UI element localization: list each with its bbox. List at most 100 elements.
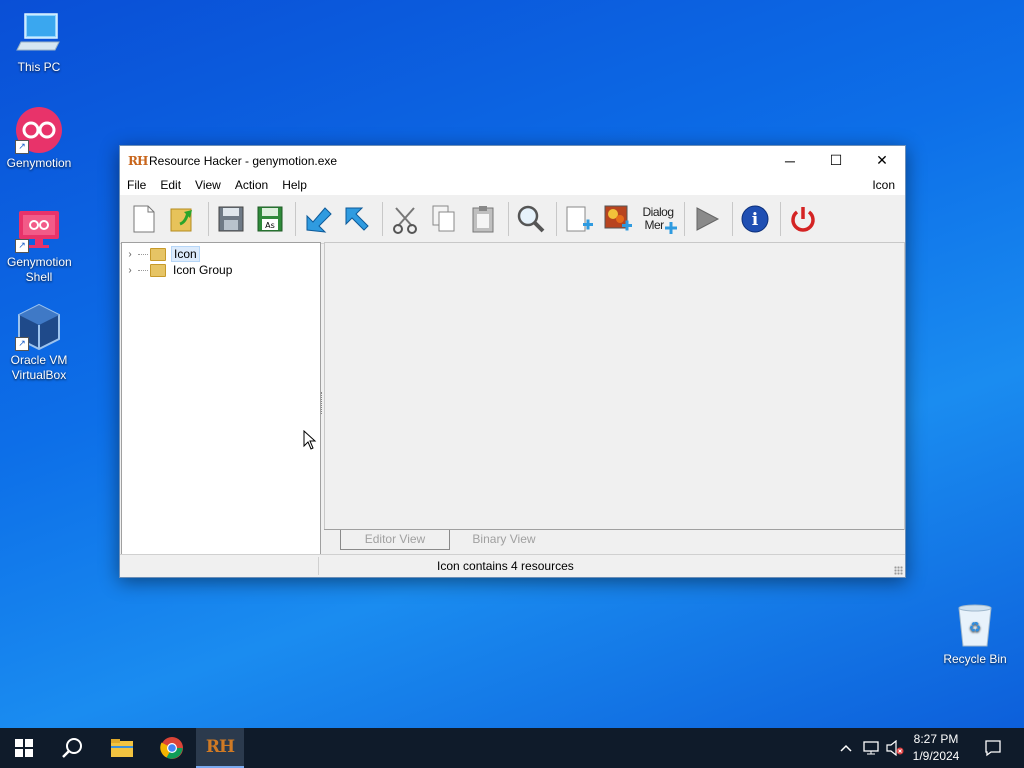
chevron-right-icon[interactable]: › bbox=[122, 249, 138, 260]
toolbar-separator bbox=[732, 202, 733, 236]
desktop-icon-this-pc[interactable]: This PC bbox=[0, 10, 79, 75]
save-button[interactable] bbox=[213, 200, 249, 238]
toolbar-separator bbox=[208, 202, 209, 236]
add-blank-resource-button[interactable] bbox=[561, 200, 597, 238]
save-as-button[interactable]: As bbox=[252, 200, 288, 238]
menu-view[interactable]: View bbox=[188, 178, 228, 192]
tree-item-label[interactable]: Icon bbox=[171, 246, 200, 262]
menu-bar: File Edit View Action Help Icon bbox=[120, 175, 905, 195]
exit-button[interactable] bbox=[785, 200, 821, 238]
genymotion-shell-icon: ↗ bbox=[15, 205, 63, 253]
minimize-button[interactable]: ─ bbox=[767, 146, 813, 175]
new-file-button[interactable] bbox=[126, 200, 162, 238]
desktop-icon-label: Genymotion bbox=[6, 156, 72, 170]
copy-button[interactable] bbox=[426, 200, 462, 238]
view-tabs: Editor View Binary View bbox=[324, 529, 904, 554]
taskbar-file-explorer[interactable] bbox=[98, 728, 146, 768]
genymotion-icon: ↗ bbox=[15, 106, 63, 154]
search-icon bbox=[62, 738, 82, 758]
add-blank-resource-icon bbox=[566, 206, 593, 232]
desktop-icon-label: Genymotion Shell bbox=[7, 255, 72, 284]
windows-logo-icon bbox=[15, 739, 33, 757]
tree-item-icon-group[interactable]: › Icon Group bbox=[122, 262, 320, 278]
toolbar: As Dialog Mer i bbox=[120, 195, 905, 244]
find-button[interactable] bbox=[513, 200, 549, 238]
desktop-icon-label: Recycle Bin bbox=[943, 652, 1007, 666]
paste-button[interactable] bbox=[465, 200, 501, 238]
svg-text:As: As bbox=[265, 221, 275, 230]
about-button[interactable]: i bbox=[737, 200, 773, 238]
this-pc-icon bbox=[15, 10, 63, 58]
arrow-up-left-icon bbox=[345, 207, 369, 231]
network-tray-button[interactable] bbox=[860, 728, 882, 768]
save-as-icon: As bbox=[257, 206, 283, 232]
tab-editor-view[interactable]: Editor View bbox=[340, 530, 450, 550]
start-button[interactable] bbox=[0, 728, 48, 768]
tree-item-icon[interactable]: › Icon bbox=[122, 246, 320, 262]
maximize-button[interactable]: ☐ bbox=[813, 146, 859, 175]
menu-edit[interactable]: Edit bbox=[153, 178, 188, 192]
add-image-resource-icon bbox=[604, 205, 632, 231]
tab-binary-view[interactable]: Binary View bbox=[450, 530, 558, 549]
volume-tray-button[interactable] bbox=[884, 728, 906, 768]
shortcut-arrow-icon: ↗ bbox=[15, 239, 29, 253]
main-content: › Icon › Icon Group Editor View Binary V… bbox=[120, 242, 905, 555]
tree-item-label[interactable]: Icon Group bbox=[171, 263, 234, 277]
taskbar-resource-hacker[interactable]: RH bbox=[196, 728, 244, 768]
run-script-button[interactable] bbox=[339, 200, 375, 238]
svg-text:♻: ♻ bbox=[969, 620, 982, 636]
desktop-icon-recycle-bin[interactable]: ♻ Recycle Bin bbox=[935, 602, 1015, 667]
shortcut-arrow-icon: ↗ bbox=[15, 140, 29, 154]
chevron-right-icon[interactable]: › bbox=[122, 265, 138, 276]
desktop-icon-genymotion-shell[interactable]: ↗ Genymotion Shell bbox=[0, 205, 79, 285]
folder-icon bbox=[150, 247, 166, 261]
editor-pane[interactable] bbox=[324, 242, 905, 530]
network-icon bbox=[863, 741, 879, 755]
taskbar: RH 8:27 PM 1/9/2024 bbox=[0, 728, 1024, 768]
title-bar[interactable]: RH Resource Hacker - genymotion.exe ─ ☐ … bbox=[120, 146, 905, 175]
window-title: Resource Hacker - genymotion.exe bbox=[149, 153, 338, 168]
file-explorer-icon bbox=[111, 739, 133, 757]
close-button[interactable]: ✕ bbox=[859, 146, 905, 175]
menu-file[interactable]: File bbox=[120, 178, 153, 192]
resize-grip[interactable] bbox=[894, 566, 903, 575]
show-hidden-icons-button[interactable] bbox=[836, 728, 856, 768]
desktop-icon-virtualbox[interactable]: ↗ Oracle VM VirtualBox bbox=[0, 303, 79, 383]
desktop-icon-label: Oracle VM VirtualBox bbox=[10, 353, 68, 382]
menu-help[interactable]: Help bbox=[275, 178, 314, 192]
toolbar-separator bbox=[382, 202, 383, 236]
toolbar-separator bbox=[780, 202, 781, 236]
add-image-resource-button[interactable] bbox=[600, 200, 636, 238]
recycle-bin-icon: ♻ bbox=[951, 602, 999, 650]
open-file-button[interactable] bbox=[165, 200, 201, 238]
mouse-cursor-icon bbox=[303, 430, 317, 450]
toolbar-separator bbox=[684, 202, 685, 236]
resource-tree[interactable]: › Icon › Icon Group bbox=[121, 242, 321, 555]
compile-arrow-icon bbox=[306, 207, 332, 233]
search-button[interactable] bbox=[48, 728, 96, 768]
folder-icon bbox=[150, 263, 166, 277]
taskbar-chrome[interactable] bbox=[148, 728, 196, 768]
scissors-icon bbox=[393, 207, 417, 234]
toolbar-separator bbox=[508, 202, 509, 236]
play-icon bbox=[696, 207, 720, 231]
taskbar-clock[interactable]: 8:27 PM 1/9/2024 bbox=[908, 731, 964, 765]
virtualbox-icon: ↗ bbox=[15, 303, 63, 351]
tree-connector bbox=[138, 253, 148, 255]
play-button[interactable] bbox=[689, 200, 725, 238]
add-dialog-menu-button[interactable]: Dialog Mer bbox=[639, 200, 677, 238]
svg-text:i: i bbox=[752, 210, 759, 230]
shortcut-arrow-icon: ↗ bbox=[15, 337, 29, 351]
compile-button[interactable] bbox=[300, 200, 336, 238]
menu-action[interactable]: Action bbox=[228, 178, 275, 192]
clock-time: 8:27 PM bbox=[913, 732, 959, 746]
volume-muted-icon bbox=[886, 740, 904, 756]
toolbar-separator bbox=[556, 202, 557, 236]
clock-date: 1/9/2024 bbox=[912, 749, 960, 763]
status-left-panel bbox=[120, 557, 319, 575]
desktop-icon-genymotion[interactable]: ↗ Genymotion bbox=[0, 106, 79, 171]
cut-button[interactable] bbox=[387, 200, 423, 238]
tree-connector bbox=[138, 269, 148, 271]
toolbar-separator bbox=[295, 202, 296, 236]
action-center-button[interactable] bbox=[978, 728, 1008, 768]
